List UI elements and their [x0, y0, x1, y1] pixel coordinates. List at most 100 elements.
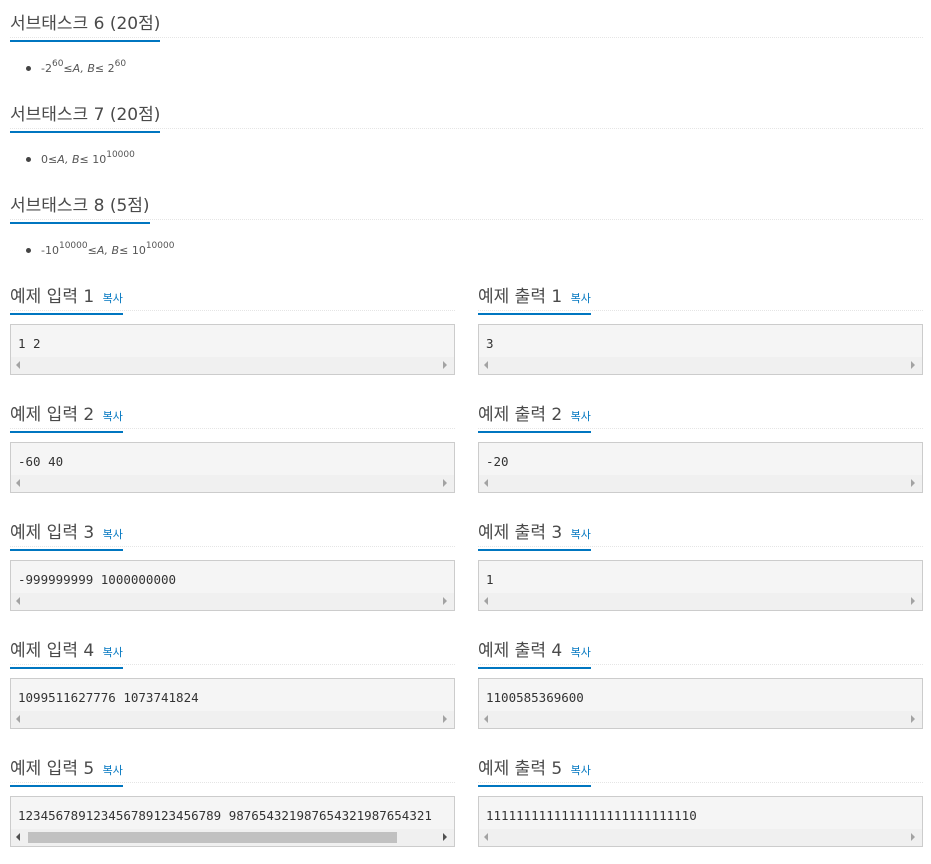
horizontal-scrollbar[interactable]	[11, 829, 454, 846]
sample-input-1-box[interactable]: 1 2	[10, 324, 455, 375]
copy-button[interactable]: 복사	[103, 410, 123, 423]
scroll-right-arrow-icon[interactable]	[443, 715, 447, 723]
sample-input-1-header: 예제 입력 1 복사	[10, 273, 455, 315]
scroll-left-arrow-icon[interactable]	[484, 361, 488, 369]
bullet-dot	[26, 248, 31, 253]
sample-input-3-box[interactable]: -999999999 1000000000	[10, 560, 455, 611]
sample-input-2-box[interactable]: -60 40	[10, 442, 455, 493]
copy-button[interactable]: 복사	[571, 292, 591, 305]
sample-input-3-header: 예제 입력 3 복사	[10, 509, 455, 551]
sample-input-2-text: -60 40	[18, 454, 64, 469]
copy-button[interactable]: 복사	[571, 528, 591, 541]
scroll-right-arrow-icon[interactable]	[443, 597, 447, 605]
sample-input-4-box[interactable]: 1099511627776 1073741824	[10, 678, 455, 729]
sample-output-1-header: 예제 출력 1 복사	[478, 273, 923, 315]
copy-button[interactable]: 복사	[571, 646, 591, 659]
subtask-8-title: 서브태스크 8 (5점)	[10, 183, 150, 224]
scroll-left-arrow-icon[interactable]	[16, 833, 20, 841]
subtask-6-title: 서브태스크 6 (20점)	[10, 1, 161, 42]
sample-input-2-title: 예제 입력 2 복사	[10, 392, 123, 433]
sample-output-1-box[interactable]: 3	[478, 324, 923, 375]
sample-output-3-title: 예제 출력 3 복사	[478, 510, 591, 551]
sample-output-1-title: 예제 출력 1 복사	[478, 274, 591, 315]
subtask-7-header: 서브태스크 7 (20점)	[10, 91, 923, 133]
subtask-7-constraint: 0 ≤ A, B ≤ 10 10000	[26, 150, 135, 166]
sample-input-4-title: 예제 입력 4 복사	[10, 628, 123, 669]
sample-output-4-text: 1100585369600	[486, 690, 584, 705]
subtask-6-constraint: -2 60 ≤ A, B ≤ 2 60	[26, 59, 126, 75]
sample-output-4: 예제 출력 4 복사 1100585369600	[478, 627, 923, 729]
copy-button[interactable]: 복사	[571, 764, 591, 777]
scroll-left-arrow-icon[interactable]	[484, 833, 488, 841]
scrollbar-thumb[interactable]	[28, 832, 397, 843]
sample-output-3-box[interactable]: 1	[478, 560, 923, 611]
horizontal-scrollbar[interactable]	[479, 711, 922, 728]
sample-input-1: 예제 입력 1 복사 1 2	[10, 273, 455, 375]
horizontal-scrollbar[interactable]	[479, 357, 922, 374]
horizontal-scrollbar[interactable]	[11, 357, 454, 374]
scroll-right-arrow-icon[interactable]	[911, 597, 915, 605]
scroll-right-arrow-icon[interactable]	[443, 361, 447, 369]
sample-output-4-title: 예제 출력 4 복사	[478, 628, 591, 669]
sample-input-2-header: 예제 입력 2 복사	[10, 391, 455, 433]
scroll-left-arrow-icon[interactable]	[16, 361, 20, 369]
sample-input-4-text: 1099511627776 1073741824	[18, 690, 199, 705]
subtask-8-header: 서브태스크 8 (5점)	[10, 182, 923, 224]
scroll-right-arrow-icon[interactable]	[911, 833, 915, 841]
scroll-right-arrow-icon[interactable]	[911, 479, 915, 487]
sample-output-3-header: 예제 출력 3 복사	[478, 509, 923, 551]
scroll-left-arrow-icon[interactable]	[16, 479, 20, 487]
scroll-left-arrow-icon[interactable]	[16, 715, 20, 723]
sample-input-4: 예제 입력 4 복사 1099511627776 1073741824	[10, 627, 455, 729]
sample-input-5-text: 123456789123456789123456789 987654321987…	[18, 808, 432, 823]
horizontal-scrollbar[interactable]	[11, 475, 454, 492]
sample-input-3-title: 예제 입력 3 복사	[10, 510, 123, 551]
sample-input-3: 예제 입력 3 복사 -999999999 1000000000	[10, 509, 455, 611]
sample-input-3-text: -999999999 1000000000	[18, 572, 177, 587]
copy-button[interactable]: 복사	[103, 764, 123, 777]
scroll-left-arrow-icon[interactable]	[16, 597, 20, 605]
scroll-right-arrow-icon[interactable]	[443, 479, 447, 487]
bullet-dot	[26, 157, 31, 162]
sample-input-5: 예제 입력 5 복사 123456789123456789123456789 9…	[10, 745, 455, 847]
copy-button[interactable]: 복사	[103, 292, 123, 305]
horizontal-scrollbar[interactable]	[479, 475, 922, 492]
sample-output-1: 예제 출력 1 복사 3	[478, 273, 923, 375]
sample-output-2-header: 예제 출력 2 복사	[478, 391, 923, 433]
scroll-right-arrow-icon[interactable]	[911, 715, 915, 723]
horizontal-scrollbar[interactable]	[11, 593, 454, 610]
scroll-right-arrow-icon[interactable]	[911, 361, 915, 369]
subtask-6-header: 서브태스크 6 (20점)	[10, 0, 923, 42]
scroll-left-arrow-icon[interactable]	[484, 479, 488, 487]
sample-input-4-header: 예제 입력 4 복사	[10, 627, 455, 669]
horizontal-scrollbar[interactable]	[479, 829, 922, 846]
copy-button[interactable]: 복사	[103, 646, 123, 659]
sample-output-5: 예제 출력 5 복사 1111111111111111111111111110	[478, 745, 923, 847]
subtask-7-title: 서브태스크 7 (20점)	[10, 92, 161, 133]
sample-output-2: 예제 출력 2 복사 -20	[478, 391, 923, 493]
sample-input-5-box[interactable]: 123456789123456789123456789 987654321987…	[10, 796, 455, 847]
sample-output-5-box[interactable]: 1111111111111111111111111110	[478, 796, 923, 847]
scroll-left-arrow-icon[interactable]	[484, 715, 488, 723]
sample-output-4-box[interactable]: 1100585369600	[478, 678, 923, 729]
sample-output-2-box[interactable]: -20	[478, 442, 923, 493]
copy-button[interactable]: 복사	[571, 410, 591, 423]
bullet-dot	[26, 66, 31, 71]
sample-output-5-title: 예제 출력 5 복사	[478, 746, 591, 787]
horizontal-scrollbar[interactable]	[11, 711, 454, 728]
sample-output-4-header: 예제 출력 4 복사	[478, 627, 923, 669]
sample-output-3-text: 1	[486, 572, 494, 587]
sample-output-5-header: 예제 출력 5 복사	[478, 745, 923, 787]
sample-output-3: 예제 출력 3 복사 1	[478, 509, 923, 611]
sample-input-1-title: 예제 입력 1 복사	[10, 274, 123, 315]
sample-output-5-text: 1111111111111111111111111110	[486, 808, 697, 823]
copy-button[interactable]: 복사	[103, 528, 123, 541]
sample-output-2-title: 예제 출력 2 복사	[478, 392, 591, 433]
subtask-8-constraint: -10 10000 ≤ A, B ≤ 10 10000	[26, 241, 174, 257]
sample-output-1-text: 3	[486, 336, 494, 351]
horizontal-scrollbar[interactable]	[479, 593, 922, 610]
scroll-left-arrow-icon[interactable]	[484, 597, 488, 605]
sample-input-1-text: 1 2	[18, 336, 41, 351]
scroll-right-arrow-icon[interactable]	[443, 833, 447, 841]
sample-input-2: 예제 입력 2 복사 -60 40	[10, 391, 455, 493]
